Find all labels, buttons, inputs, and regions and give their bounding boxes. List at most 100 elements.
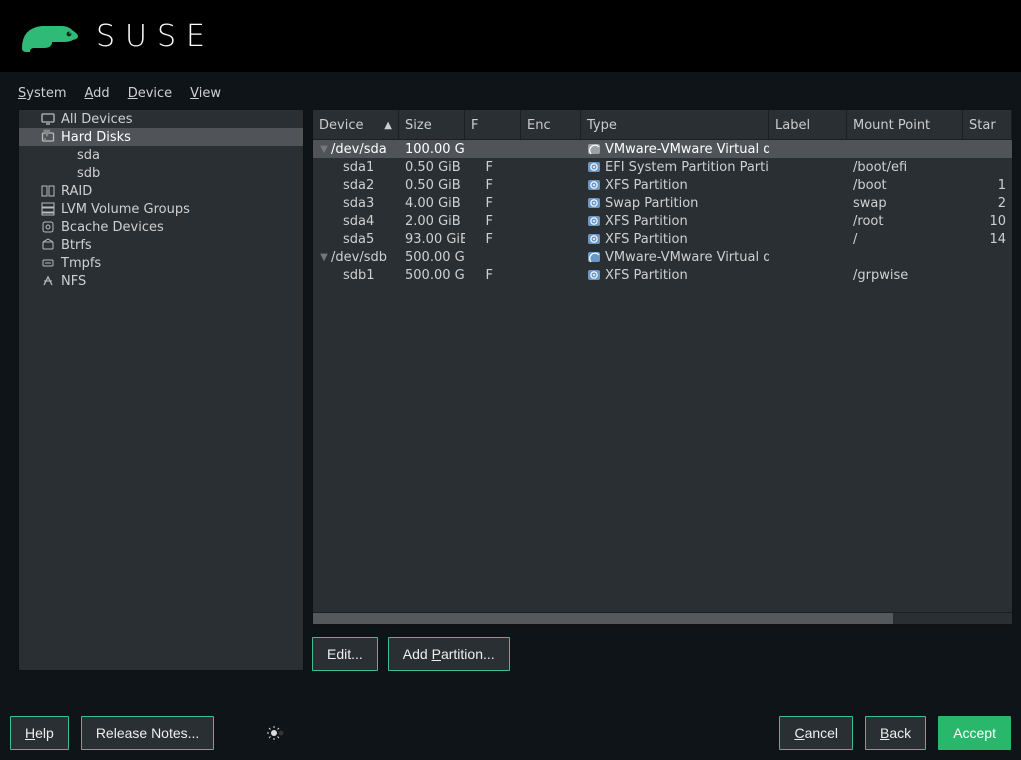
table-row[interactable]: sda20.50 GiBFXFS Partition/boot1 [313, 176, 1012, 194]
logo: SUSE [20, 18, 215, 54]
row-expand-icon[interactable]: ▼ [319, 252, 329, 263]
add-partition-button[interactable]: Add Partition... [388, 637, 510, 671]
disk-icon [587, 250, 601, 264]
brand-text: SUSE [96, 19, 215, 54]
cell-f: F [465, 268, 521, 283]
menubar: System Add Device View [0, 72, 1021, 109]
partition-icon [587, 268, 601, 282]
cell-type: Swap Partition [605, 196, 698, 211]
sidebar-item-btrfs[interactable]: Btrfs [19, 236, 303, 254]
row-expand-icon[interactable]: ▼ [319, 144, 329, 155]
menu-add[interactable]: Add [85, 86, 110, 101]
col-type[interactable]: Type [581, 110, 769, 139]
sidebar-item-nfs[interactable]: NFS [19, 272, 303, 290]
sidebar-item-label: Bcache Devices [61, 220, 164, 235]
cell-mount: / [847, 232, 963, 247]
sidebar-item-hard-disks[interactable]: Hard Disks [19, 128, 303, 146]
cell-mount: swap [847, 196, 963, 211]
cell-f: F [465, 160, 521, 175]
theme-toggle-icon[interactable] [266, 723, 286, 743]
sidebar-item-all-devices[interactable]: All Devices [19, 110, 303, 128]
col-device[interactable]: Device▲ [313, 110, 399, 139]
menu-view[interactable]: View [190, 86, 221, 101]
sidebar-item-tmpfs[interactable]: Tmpfs [19, 254, 303, 272]
table-row[interactable]: ▼/dev/sdb500.00 GiBVMware-VMware Virtual… [313, 248, 1012, 266]
table-row[interactable]: sda42.00 GiBFXFS Partition/root10 [313, 212, 1012, 230]
sidebar: All Devices ▼ Hard Diskssdasdb RAID LVM Volu… [18, 109, 304, 671]
cell-mount: /boot [847, 178, 963, 193]
table-actions: Edit... Add Partition... [312, 625, 1013, 671]
col-f[interactable]: F [465, 110, 521, 139]
menu-device[interactable]: Device [128, 86, 172, 101]
cell-start: 2 [963, 196, 1012, 211]
horizontal-scrollbar[interactable] [313, 612, 1012, 624]
cell-device: /dev/sdb [331, 250, 387, 265]
sidebar-item-label: RAID [61, 184, 92, 199]
cell-device: /dev/sda [331, 142, 387, 157]
cell-device: sda5 [331, 232, 374, 247]
cell-type: EFI System Partition Partition [605, 160, 769, 175]
col-start[interactable]: Star [963, 110, 1012, 139]
cell-size: 0.50 GiB [399, 160, 465, 175]
tmpfs-icon [41, 256, 55, 270]
sidebar-item-bcache-devices[interactable]: Bcache Devices [19, 218, 303, 236]
cell-device: sda1 [331, 160, 374, 175]
disk-icon [587, 142, 601, 156]
bcache-icon [41, 220, 55, 234]
cell-size: 0.50 GiB [399, 178, 465, 193]
scroll-thumb[interactable] [313, 613, 893, 624]
cell-start: 1 [963, 178, 1012, 193]
table-row[interactable]: sda593.00 GiBFXFS Partition/14 [313, 230, 1012, 248]
sidebar-item-label: Hard Disks [61, 130, 131, 145]
col-mount[interactable]: Mount Point [847, 110, 963, 139]
cell-f: F [465, 196, 521, 211]
partition-table: Device▲ Size F Enc Type Label Mount Poin… [312, 109, 1013, 625]
col-size[interactable]: Size [399, 110, 465, 139]
sidebar-item-sda[interactable]: sda [19, 146, 303, 164]
cell-size: 500.00 GiB [399, 268, 465, 283]
cell-size: 4.00 GiB [399, 196, 465, 211]
sidebar-item-label: Btrfs [61, 238, 92, 253]
suse-chameleon-icon [20, 18, 82, 54]
accept-button[interactable]: Accept [938, 716, 1011, 750]
cell-mount: /boot/efi [847, 160, 963, 175]
table-row[interactable]: ▼/dev/sda 100.00 GiB VMware-VMware Virtual… [313, 140, 1012, 158]
table-row[interactable]: sda1 0.50 GiBF EFI System Partition Partit… [313, 158, 1012, 176]
sidebar-item-label: Tmpfs [61, 256, 101, 271]
cell-type: VMware-VMware Virtual disk [605, 142, 769, 157]
cell-f: F [465, 178, 521, 193]
help-button[interactable]: Help [10, 716, 69, 750]
table-row[interactable]: sdb1500.00 GiBFXFS Partition/grpwise [313, 266, 1012, 284]
partition-icon [587, 196, 601, 210]
cancel-button[interactable]: Cancel [779, 716, 853, 750]
edit-button[interactable]: Edit... [312, 637, 378, 671]
cell-size: 93.00 GiB [399, 232, 465, 247]
sidebar-item-label: All Devices [61, 112, 132, 127]
cell-size: 500.00 GiB [399, 250, 465, 265]
menu-system[interactable]: System [18, 86, 67, 101]
cell-mount: /root [847, 214, 963, 229]
col-label[interactable]: Label [769, 110, 847, 139]
sidebar-item-lvm-volume-groups[interactable]: LVM Volume Groups [19, 200, 303, 218]
release-notes-button[interactable]: Release Notes... [81, 716, 215, 750]
cell-size: 2.00 GiB [399, 214, 465, 229]
cell-device: sdb1 [331, 268, 375, 283]
header: SUSE [0, 0, 1021, 72]
sidebar-item-label: LVM Volume Groups [61, 202, 190, 217]
footer: Help Release Notes... Cancel Back Accept [10, 716, 1011, 750]
expand-icon[interactable]: ▼ [43, 128, 51, 139]
col-enc[interactable]: Enc [521, 110, 581, 139]
cell-device: sda3 [331, 196, 374, 211]
back-button[interactable]: Back [865, 716, 926, 750]
cell-mount: /grpwise [847, 268, 963, 283]
raid-icon [41, 184, 55, 198]
cell-device: sda2 [331, 178, 374, 193]
table-row[interactable]: sda3 4.00 GiBF Swap Partition swap2 [313, 194, 1012, 212]
sidebar-item-sdb[interactable]: sdb [19, 164, 303, 182]
table-body: ▼/dev/sda100.00 GiBVMware-VMware Virtual… [313, 140, 1012, 612]
cell-size: 100.00 GiB [399, 142, 465, 157]
sidebar-item-raid[interactable]: RAID [19, 182, 303, 200]
cell-type: XFS Partition [605, 232, 688, 247]
cell-start: 10 [963, 214, 1012, 229]
cell-f: F [465, 232, 521, 247]
